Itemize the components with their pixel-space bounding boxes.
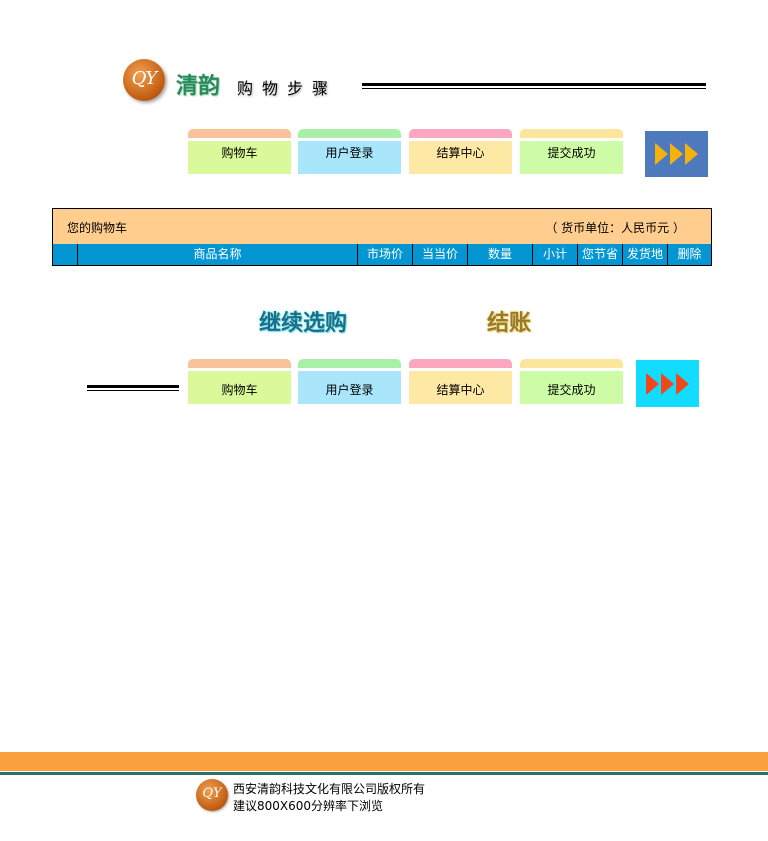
step-login[interactable]: 用户登录	[298, 359, 401, 404]
brand-name: 清韵	[176, 74, 221, 99]
continue-shopping-button[interactable]: 继续选购	[259, 305, 347, 337]
step-success[interactable]: 提交成功	[520, 129, 623, 174]
cart-table: 您的购物车 （ 货币单位：人民币元 ） 商品名称 市场价 当当价 数量 小计 您…	[52, 208, 712, 266]
step-checkout[interactable]: 结算中心	[409, 129, 512, 174]
col-quantity: 数量	[467, 244, 532, 265]
col-dangdang-price: 当当价	[412, 244, 467, 265]
copyright-text: 西安清韵科技文化有限公司版权所有	[233, 782, 426, 796]
site-logo: QY	[123, 59, 165, 101]
step-success[interactable]: 提交成功	[520, 359, 623, 404]
resolution-note: 建议800X600分辨率下浏览	[233, 799, 384, 813]
col-market-price: 市场价	[357, 244, 412, 265]
footer-bar	[0, 752, 768, 771]
page-subtitle: 购物步骤	[237, 79, 338, 98]
col-select	[53, 244, 77, 265]
header-divider	[362, 83, 706, 86]
arrows-icon	[636, 360, 699, 407]
col-ship-from: 发货地	[622, 244, 667, 265]
cart-header: 您的购物车 （ 货币单位：人民币元 ）	[53, 209, 711, 244]
cart-title: 您的购物车	[67, 221, 128, 235]
step-cart[interactable]: 购物车	[188, 359, 291, 404]
footer-line	[0, 772, 768, 775]
step-cart[interactable]: 购物车	[188, 129, 291, 174]
footer-logo: QY	[196, 779, 228, 811]
step-checkout[interactable]: 结算中心	[409, 359, 512, 404]
col-delete: 删除	[667, 244, 711, 265]
col-product-name: 商品名称	[77, 244, 357, 265]
header-divider-thin	[362, 88, 706, 89]
arrows-icon	[645, 131, 708, 177]
steps-divider-thin	[87, 390, 179, 391]
col-subtotal: 小计	[532, 244, 577, 265]
currency-unit: （ 货币单位：人民币元 ）	[545, 221, 685, 235]
step-login[interactable]: 用户登录	[298, 129, 401, 174]
col-savings: 您节省	[577, 244, 622, 265]
checkout-button[interactable]: 结账	[487, 305, 531, 337]
cart-column-headers: 商品名称 市场价 当当价 数量 小计 您节省 发货地 删除	[53, 244, 711, 265]
steps-divider	[87, 385, 179, 388]
